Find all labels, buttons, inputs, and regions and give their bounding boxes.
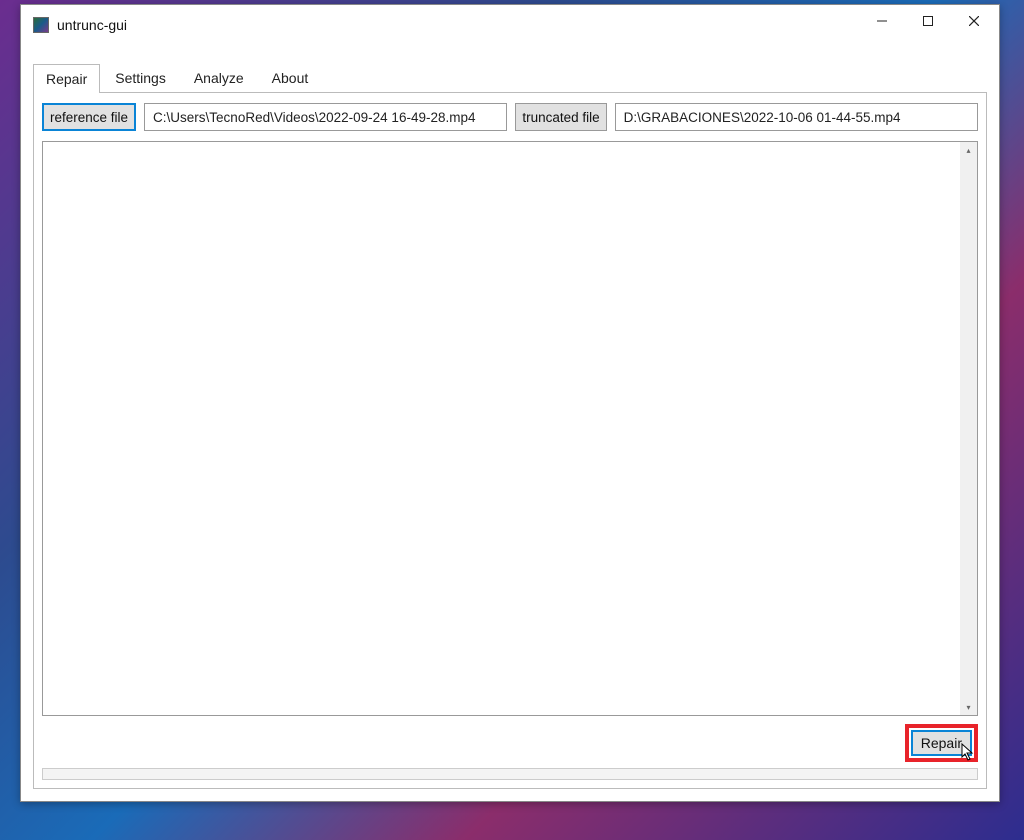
file-row: reference file truncated file [42, 103, 978, 131]
output-area-wrap: ▴ ▾ [42, 141, 978, 716]
minimize-button[interactable] [859, 5, 905, 37]
maximize-icon [923, 16, 933, 26]
tab-repair[interactable]: Repair [33, 64, 100, 93]
tab-page-repair: reference file truncated file ▴ ▾ Repair [33, 92, 987, 789]
repair-button[interactable]: Repair [911, 730, 972, 756]
tab-bar: Repair Settings Analyze About [33, 63, 987, 92]
close-button[interactable] [951, 5, 997, 37]
repair-button-highlight: Repair [905, 724, 978, 762]
titlebar[interactable]: untrunc-gui [21, 5, 999, 45]
truncated-file-button[interactable]: truncated file [515, 103, 606, 131]
scroll-down-icon: ▾ [960, 699, 977, 715]
truncated-file-input[interactable] [615, 103, 978, 131]
tab-settings[interactable]: Settings [102, 63, 179, 92]
client-area: Repair Settings Analyze About reference … [21, 45, 999, 801]
status-bar [42, 768, 978, 780]
bottom-row: Repair [42, 724, 978, 762]
close-icon [969, 16, 979, 26]
tab-analyze[interactable]: Analyze [181, 63, 257, 92]
maximize-button[interactable] [905, 5, 951, 37]
reference-file-input[interactable] [144, 103, 507, 131]
window-controls [859, 5, 997, 45]
reference-file-button[interactable]: reference file [42, 103, 136, 131]
output-scrollbar[interactable]: ▴ ▾ [960, 142, 977, 715]
tab-about[interactable]: About [259, 63, 322, 92]
minimize-icon [877, 16, 887, 26]
app-icon [33, 17, 49, 33]
scroll-up-icon: ▴ [960, 142, 977, 158]
output-textarea[interactable] [43, 142, 960, 715]
main-window: untrunc-gui Repair Settings Analyze Abou… [20, 4, 1000, 802]
window-title: untrunc-gui [57, 17, 859, 33]
